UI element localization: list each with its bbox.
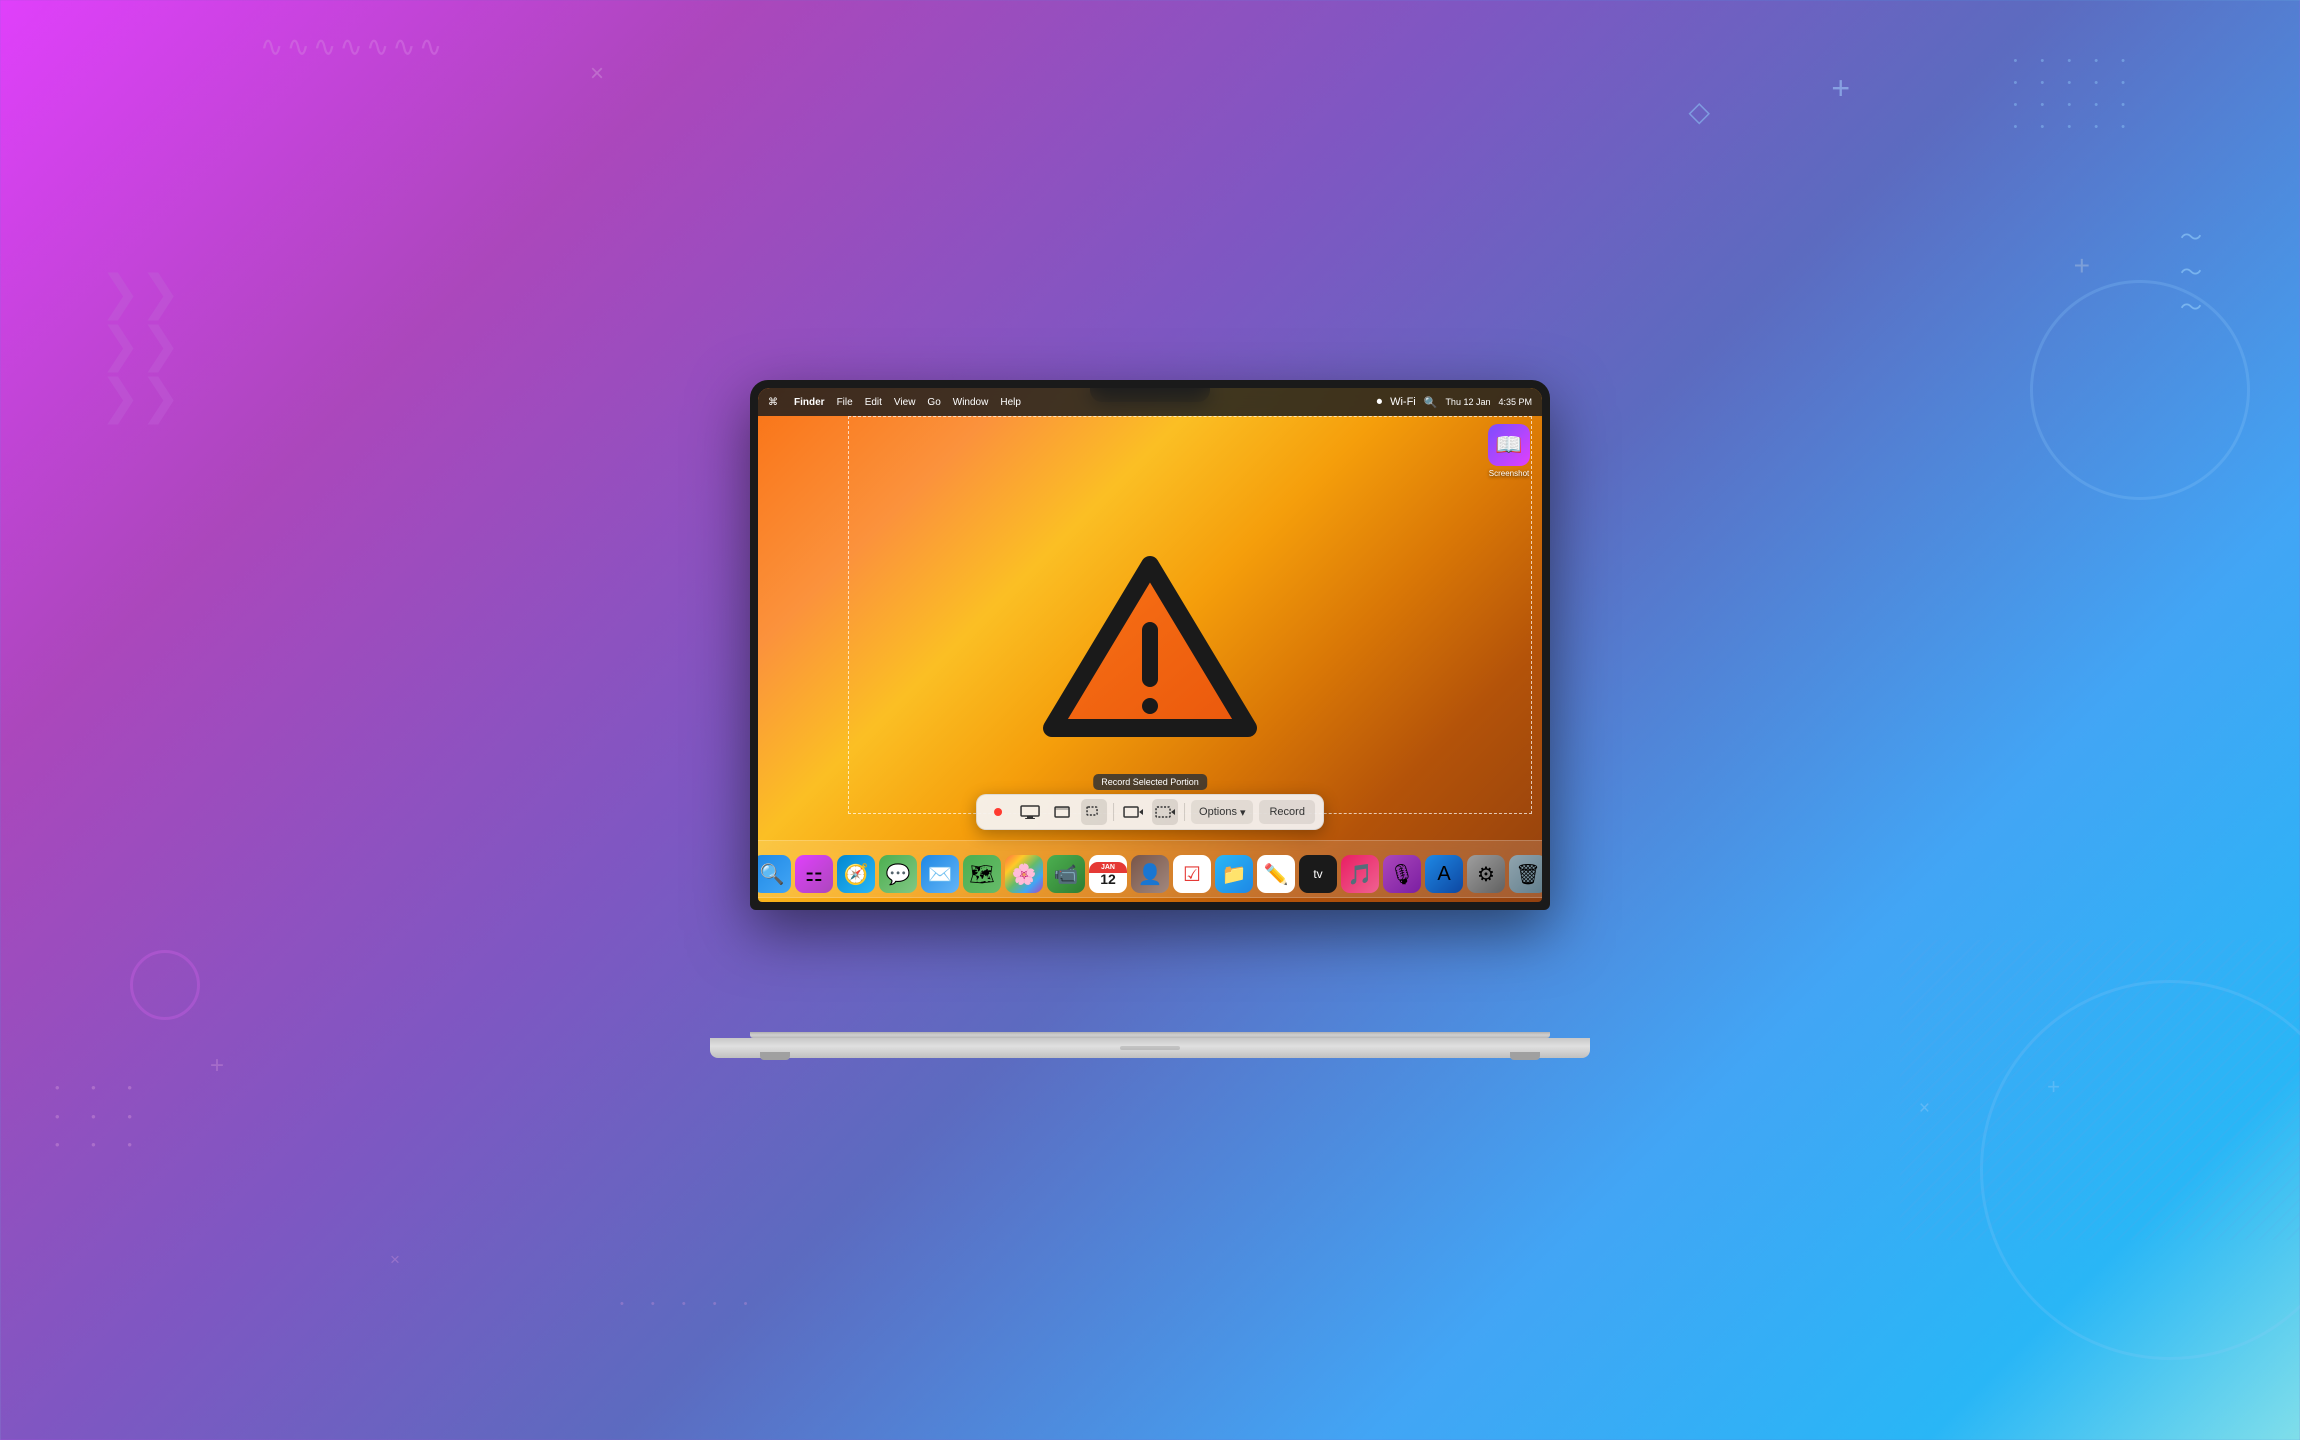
menu-edit[interactable]: Edit [865,397,882,408]
macbook-bottom [710,1038,1590,1058]
record-portion-icon [1155,805,1175,819]
x-mark-bottom-left: × [390,1250,400,1270]
dock-photos[interactable]: 🌸 [1005,855,1043,893]
dock-appstore[interactable]: A [1425,855,1463,893]
screen-bezel: ⌘ Finder File Edit View Go Window Help ⏺… [750,380,1550,910]
circle-right [2030,280,2250,500]
macbook-foot-right [1510,1052,1540,1060]
record-label: Record [1269,806,1304,818]
x-mark-bottom-right: × [1919,1098,1930,1120]
record-screen-icon [1123,805,1143,819]
menu-window[interactable]: Window [953,397,989,408]
menu-bar-right: ⏺ Wi-Fi 🔍 Thu 12 Jan 4:35 PM [1377,396,1532,409]
macbook-device: ⌘ Finder File Edit View Go Window Help ⏺… [700,380,1600,1060]
screenshot-toolbar: Options ▾ Record [976,794,1324,830]
capture-screen-icon [1020,805,1040,819]
menu-bar: ⌘ Finder File Edit View Go Window Help ⏺… [758,388,1542,416]
menu-help[interactable]: Help [1000,397,1021,408]
dock-appletv[interactable]: tv [1299,855,1337,893]
trackpad-indicator [1120,1046,1180,1050]
wavy-lines-top: ∿∿∿∿∿∿∿ [260,30,445,63]
macbook-base [700,1032,1600,1060]
macbook-foot-left [760,1052,790,1060]
toolbar-capture-screen-btn[interactable] [1017,799,1043,825]
dock-mail[interactable]: ✉️ [921,855,959,893]
search-icon[interactable]: 🔍 [1424,396,1438,409]
toolbar-screenshot-screen-btn[interactable] [985,799,1011,825]
dock-messages[interactable]: 💬 [879,855,917,893]
dock-contacts[interactable]: 👤 [1131,855,1169,893]
time-display: 4:35 PM [1498,397,1532,407]
dock-files[interactable]: 📁 [1215,855,1253,893]
tooltip-text: Record Selected Portion [1101,777,1199,787]
tooltip-record-selected: Record Selected Portion [1093,774,1207,790]
toolbar-divider-1 [1113,803,1114,821]
toolbar-record-portion-btn[interactable] [1152,799,1178,825]
wavy-right: 〜〜〜 [2180,220,2202,326]
toolbar-capture-window-btn[interactable] [1049,799,1075,825]
dock-reminders[interactable]: ☑ [1173,855,1211,893]
circle-bottom-right [1980,980,2300,1360]
capture-window-icon [1052,805,1072,819]
diagonal-lines-bottom-right [1900,940,2300,1240]
plus-bottom-left: + [210,1052,224,1080]
dock-maps[interactable]: 🗺 [963,855,1001,893]
plus-right: + [2074,250,2090,282]
plus-bottom-right-area: + [2047,1074,2060,1100]
menu-view[interactable]: View [894,397,916,408]
selection-region [848,416,1532,814]
dock-finder[interactable]: 🔍 [758,855,791,893]
dock-podcasts[interactable]: 🎙 [1383,855,1421,893]
dock-music[interactable]: 🎵 [1341,855,1379,893]
dock-facetime[interactable]: 📹 [1047,855,1085,893]
dots-bottom-left: • • •• • •• • • [55,1074,146,1160]
screen: ⌘ Finder File Edit View Go Window Help ⏺… [758,388,1542,902]
toolbar-capture-portion-btn[interactable] [1081,799,1107,825]
dock-system-settings[interactable]: ⚙ [1467,855,1505,893]
chevrons-decoration: ❯❯ ❯❯ ❯❯ [100,270,180,422]
options-label: Options [1199,806,1237,818]
datetime-display: Thu 12 Jan [1445,397,1490,407]
dock-freeform[interactable]: ✏️ [1257,855,1295,893]
record-dot-icon [994,808,1002,816]
dock-calendar[interactable]: JAN 12 [1089,855,1127,893]
menu-go[interactable]: Go [927,397,940,408]
toolbar-options-button[interactable]: Options ▾ [1191,800,1253,824]
menu-file[interactable]: File [837,397,853,408]
dock: 🔍 ⚏ 🧭 💬 ✉️ 🗺 🌸 📹 JAN 12 👤 ☑ 📁 ✏️ [758,840,1542,898]
dock-safari[interactable]: 🧭 [837,855,875,893]
macbook-screen-assembly: ⌘ Finder File Edit View Go Window Help ⏺… [700,380,1600,970]
plus-top-right: + [1831,70,1850,107]
toolbar-divider-2 [1184,803,1185,821]
wifi-icon: Wi-Fi [1390,396,1416,408]
capture-portion-icon [1084,805,1104,819]
diamond-decoration: ◇ [1688,95,1710,128]
dock-launchpad[interactable]: ⚏ [795,855,833,893]
dots-top-right: • • • • •• • • • •• • • • •• • • • • [2014,50,2135,138]
dots-bottom-center: • • • • • [620,1298,759,1310]
toolbar-record-button[interactable]: Record [1259,800,1314,824]
menu-finder[interactable]: Finder [794,397,825,408]
dock-trash[interactable]: 🗑 [1509,855,1542,893]
toolbar-record-screen-btn[interactable] [1120,799,1146,825]
circle-bottom-left [130,950,200,1020]
options-arrow-icon: ▾ [1240,806,1246,819]
screen-record-icon: ⏺ [1377,396,1383,409]
apple-menu[interactable]: ⌘ [768,397,778,408]
x-mark-top: × [590,60,604,88]
menu-bar-left: ⌘ Finder File Edit View Go Window Help [768,397,1021,408]
